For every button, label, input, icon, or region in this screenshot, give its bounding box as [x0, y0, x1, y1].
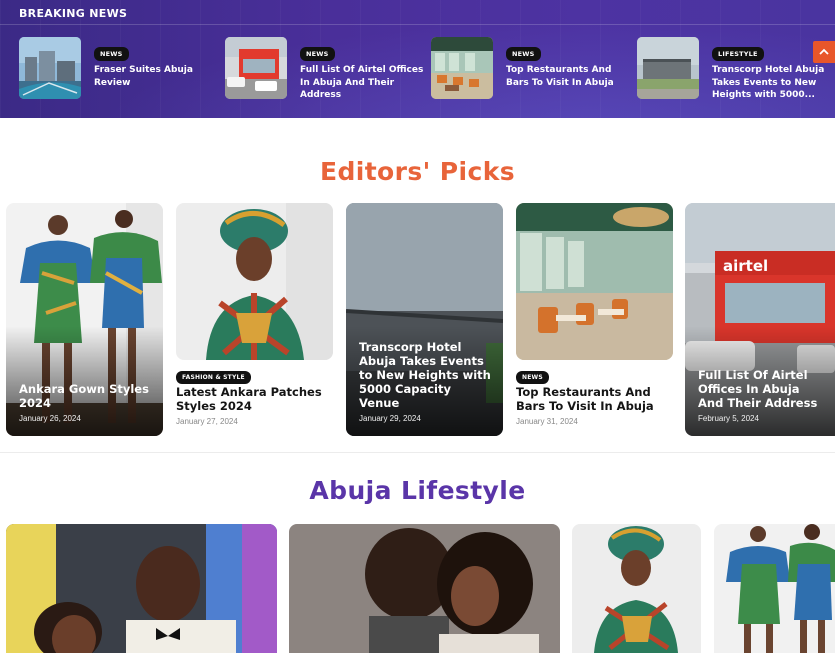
card-date: January 26, 2024	[19, 414, 81, 423]
card-date: January 31, 2024	[516, 417, 578, 426]
section-divider	[0, 452, 835, 453]
scroll-to-top-button[interactable]	[813, 41, 835, 63]
ticker-badge[interactable]: NEWS	[94, 47, 129, 61]
breaking-news-band: BREAKING NEWS NEWS Fraser Suites Abuja R…	[0, 0, 835, 118]
breaking-news-title: BREAKING NEWS	[19, 7, 128, 20]
ticker-thumbnail[interactable]	[431, 37, 493, 99]
ticker-badge[interactable]: LIFESTYLE	[712, 47, 764, 61]
ticker-item-restaurants[interactable]: NEWS Top Restaurants And Bars To Visit I…	[431, 37, 631, 101]
chevron-up-icon	[819, 48, 829, 55]
card-title[interactable]: Ankara Gown Styles 2024	[19, 382, 153, 410]
editors-picks-heading: Editors' Picks	[319, 157, 516, 186]
card-category-badge[interactable]: FASHION & STYLE	[176, 371, 251, 384]
ticker-item-transcorp[interactable]: LIFESTYLE Transcorp Hotel Abuja Takes Ev…	[637, 37, 835, 101]
card-image[interactable]	[572, 524, 701, 653]
lifestyle-card-romance-photo[interactable]	[289, 524, 560, 653]
breaking-news-divider	[0, 24, 835, 25]
card-image[interactable]	[714, 524, 835, 653]
card-category-badge[interactable]: NEWS	[516, 371, 549, 384]
card-date: January 29, 2024	[359, 414, 421, 423]
editors-card-image-ankara-patches[interactable]	[176, 203, 333, 360]
editors-card-ankara-gown[interactable]: Ankara Gown Styles 2024 January 26, 2024	[6, 203, 163, 436]
ticker-item-airtel-offices[interactable]: NEWS Full List Of Airtel Offices In Abuj…	[225, 37, 425, 101]
editors-card-transcorp[interactable]: Transcorp Hotel Abuja Takes Events to Ne…	[346, 203, 503, 436]
ticker-thumbnail[interactable]	[19, 37, 81, 99]
card-date: January 27, 2024	[176, 417, 238, 426]
lifestyle-card-ankara-photo[interactable]	[714, 524, 835, 653]
card-image[interactable]	[6, 524, 277, 653]
abuja-lifestyle-heading: Abuja Lifestyle	[309, 476, 526, 505]
editors-card-airtel[interactable]: airtel Full List Of Airtel Offices In Ab…	[685, 203, 835, 436]
ticker-headline[interactable]: Top Restaurants And Bars To Visit In Abu…	[506, 64, 631, 89]
card-image[interactable]	[176, 203, 333, 360]
ticker-badge[interactable]: NEWS	[506, 47, 541, 61]
lifestyle-card-gele-photo[interactable]	[572, 524, 701, 653]
lifestyle-card-couple-photo[interactable]	[6, 524, 277, 653]
card-title[interactable]: Full List Of Airtel Offices In Abuja And…	[698, 368, 825, 410]
ticker-badge[interactable]: NEWS	[300, 47, 335, 61]
card-title[interactable]: Top Restaurants And Bars To Visit In Abu…	[516, 385, 676, 413]
ticker-headline[interactable]: Fraser Suites Abuja Review	[94, 64, 219, 89]
editors-card-image-restaurants[interactable]	[516, 203, 673, 360]
card-title[interactable]: Latest Ankara Patches Styles 2024	[176, 385, 336, 413]
ticker-item-fraser-suites[interactable]: NEWS Fraser Suites Abuja Review	[19, 37, 219, 101]
ticker-headline[interactable]: Transcorp Hotel Abuja Takes Events to Ne…	[712, 64, 835, 102]
card-title[interactable]: Transcorp Hotel Abuja Takes Events to Ne…	[359, 340, 493, 410]
ticker-thumbnail[interactable]	[225, 37, 287, 99]
card-image[interactable]	[516, 203, 673, 360]
airtel-logo: airtel	[723, 257, 769, 275]
card-date: February 5, 2024	[698, 414, 759, 423]
ticker-headline[interactable]: Full List Of Airtel Offices In Abuja And…	[300, 64, 425, 102]
ticker-thumbnail[interactable]	[637, 37, 699, 99]
card-image[interactable]	[289, 524, 560, 653]
